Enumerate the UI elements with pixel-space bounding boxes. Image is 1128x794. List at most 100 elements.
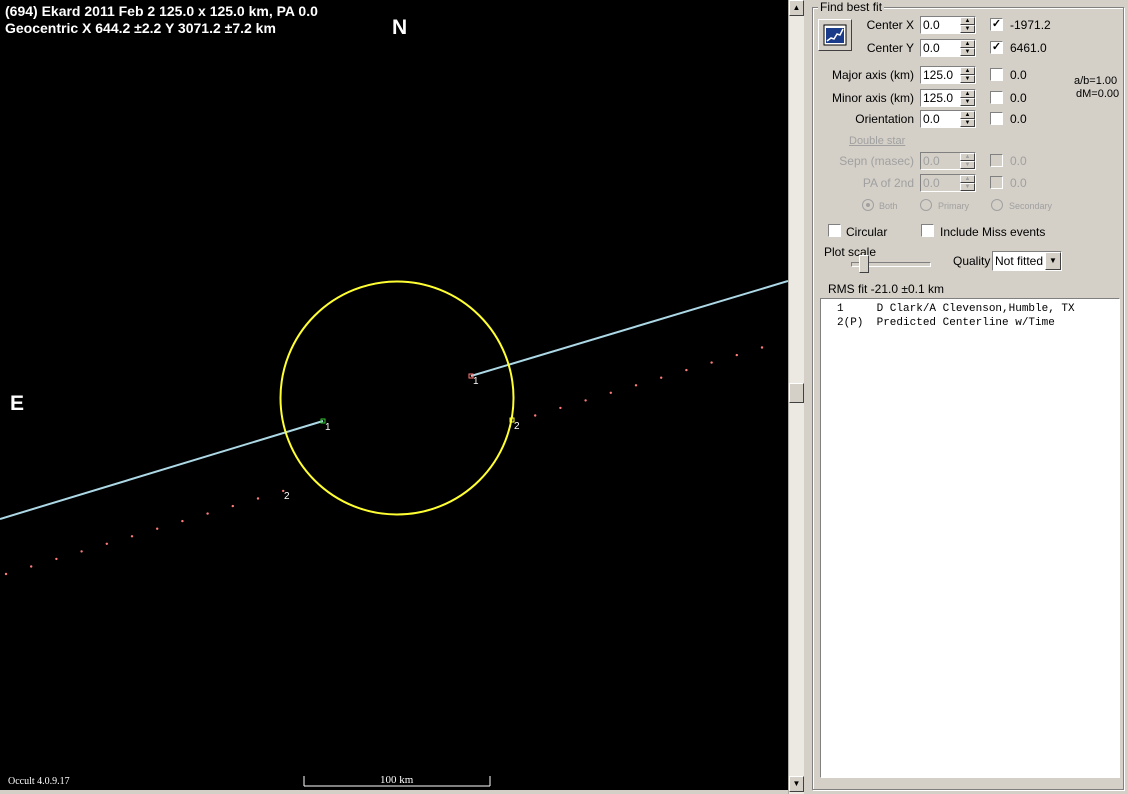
- spin-up-icon[interactable]: ▲: [960, 17, 975, 25]
- group-title: Find best fit: [818, 0, 885, 14]
- major-axis-result: 0.0: [1010, 68, 1027, 82]
- fit-panel: Find best fit Center X 0.0 ▲ ▼ ✓ -1971.2 …: [804, 0, 1128, 794]
- pa2-checkbox: [990, 176, 1003, 189]
- predicted-dot: [760, 346, 764, 349]
- find-fit-button[interactable]: [818, 19, 852, 51]
- pa2-label: PA of 2nd: [862, 176, 914, 190]
- north-label: N: [392, 16, 408, 39]
- circular-label: Circular: [846, 225, 888, 239]
- quality-label: Quality: [953, 254, 991, 268]
- scroll-down-arrow-icon[interactable]: ▼: [789, 776, 804, 792]
- orientation-label: Orientation: [855, 112, 914, 126]
- radio-both-label: Both: [879, 201, 898, 211]
- spin-down-icon[interactable]: ▼: [960, 25, 975, 33]
- minor-axis-input[interactable]: 125.0 ▲ ▼: [920, 89, 976, 107]
- plot-scale-slider[interactable]: [859, 255, 869, 273]
- occultation-plot[interactable]: (694) Ekard 2011 Feb 2 125.0 x 125.0 km,…: [0, 0, 788, 790]
- predicted-dot: [206, 512, 209, 515]
- center-x-checkbox[interactable]: ✓: [990, 18, 1003, 31]
- include-miss-checkbox[interactable]: [921, 224, 934, 237]
- minor-axis-label: Minor axis (km): [831, 91, 914, 105]
- chord-label: 2: [284, 491, 290, 502]
- predicted-dot: [4, 572, 8, 576]
- predicted-dot: [710, 361, 713, 364]
- scroll-up-arrow-icon[interactable]: ▲: [789, 0, 804, 16]
- spin-up-icon: ▲: [960, 153, 975, 161]
- predicted-dot: [609, 391, 612, 394]
- list-item[interactable]: 1 D Clark/A Clevenson,Humble, TX: [837, 303, 1075, 315]
- chord-line-1-right: [470, 280, 788, 377]
- chord-label: 1: [473, 376, 479, 387]
- major-axis-checkbox[interactable]: [990, 68, 1003, 81]
- predicted-dot: [735, 353, 738, 357]
- center-y-checkbox[interactable]: ✓: [990, 41, 1003, 54]
- predicted-dot: [231, 504, 234, 508]
- version-label: Occult 4.0.9.17: [8, 776, 70, 787]
- asteroid-ellipse: [279, 280, 515, 516]
- spin-up-icon: ▲: [960, 175, 975, 183]
- predicted-dot: [55, 557, 58, 561]
- sepn-input: 0.0 ▲ ▼: [920, 152, 976, 170]
- plot-title-line-1: (694) Ekard 2011 Feb 2 125.0 x 125.0 km,…: [5, 3, 318, 19]
- pa2-value: 0.0: [923, 176, 940, 190]
- list-item[interactable]: 2(P) Predicted Centerline w/Time: [837, 317, 1055, 329]
- center-y-result: 6461.0: [1010, 41, 1047, 55]
- orientation-input[interactable]: 0.0 ▲ ▼: [920, 110, 976, 128]
- predicted-dot: [685, 368, 688, 372]
- center-y-input[interactable]: 0.0 ▲ ▼: [920, 39, 976, 57]
- spin-down-icon: ▼: [960, 161, 975, 169]
- sepn-checkbox: [990, 154, 1003, 167]
- radio-both: [862, 199, 874, 211]
- double-star-label: Double star: [849, 135, 906, 147]
- predicted-dot: [660, 376, 663, 379]
- minor-axis-result: 0.0: [1010, 91, 1027, 105]
- spin-up-icon[interactable]: ▲: [960, 40, 975, 48]
- orientation-checkbox[interactable]: [990, 112, 1003, 125]
- radio-primary-label: Primary: [938, 201, 969, 211]
- predicted-dot: [559, 406, 562, 410]
- spin-up-icon[interactable]: ▲: [960, 67, 975, 75]
- plot-title-line-2: Geocentric X 644.2 ±2.2 Y 3071.2 ±7.2 km: [5, 20, 276, 36]
- major-axis-input[interactable]: 125.0 ▲ ▼: [920, 66, 976, 84]
- chart-fit-icon: [823, 24, 847, 46]
- minor-axis-value: 125.0: [923, 91, 954, 105]
- dropdown-arrow-icon[interactable]: ▼: [1045, 252, 1061, 270]
- predicted-dot: [156, 527, 159, 530]
- predicted-centerline-dots: [4, 346, 764, 576]
- vertical-scrollbar[interactable]: ▲ ▼: [788, 0, 804, 794]
- circular-checkbox[interactable]: [828, 224, 841, 237]
- spin-down-icon: ▼: [960, 183, 975, 191]
- scrollbar-thumb[interactable]: [789, 383, 804, 403]
- sepn-value: 0.0: [923, 154, 940, 168]
- radio-secondary-label: Secondary: [1009, 201, 1053, 211]
- quality-select[interactable]: Not fitted ▼: [992, 251, 1062, 271]
- predicted-dot: [534, 414, 537, 417]
- predicted-dot: [256, 497, 260, 500]
- minor-axis-checkbox[interactable]: [990, 91, 1003, 104]
- major-axis-value: 125.0: [923, 68, 954, 82]
- rms-fit: RMS fit -21.0 ±0.1 km: [828, 282, 944, 296]
- chord-label: 2: [514, 421, 520, 432]
- predicted-dot: [130, 535, 134, 538]
- pa2-input: 0.0 ▲ ▼: [920, 174, 976, 192]
- orientation-value: 0.0: [923, 112, 940, 126]
- orientation-result: 0.0: [1010, 112, 1027, 126]
- chord-label: 1: [325, 422, 331, 433]
- sepn-label: Sepn (masec): [839, 154, 914, 168]
- spin-up-icon[interactable]: ▲: [960, 90, 975, 98]
- center-x-input[interactable]: 0.0 ▲ ▼: [920, 16, 976, 34]
- include-miss-label: Include Miss events: [940, 225, 1046, 239]
- spin-up-icon[interactable]: ▲: [960, 111, 975, 119]
- radio-secondary: [991, 199, 1003, 211]
- spin-down-icon[interactable]: ▼: [960, 48, 975, 56]
- delta-mag: dM=0.00: [1076, 88, 1120, 100]
- predicted-dot: [80, 550, 83, 553]
- scale-bar-label: 100 km: [380, 774, 414, 786]
- predicted-dot: [105, 542, 109, 545]
- observation-list[interactable]: 1 D Clark/A Clevenson,Humble, TX 2(P) Pr…: [820, 298, 1120, 778]
- spin-down-icon[interactable]: ▼: [960, 119, 975, 127]
- pa2-result: 0.0: [1010, 176, 1027, 190]
- radio-primary: [920, 199, 932, 211]
- spin-down-icon[interactable]: ▼: [960, 75, 975, 83]
- spin-down-icon[interactable]: ▼: [960, 98, 975, 106]
